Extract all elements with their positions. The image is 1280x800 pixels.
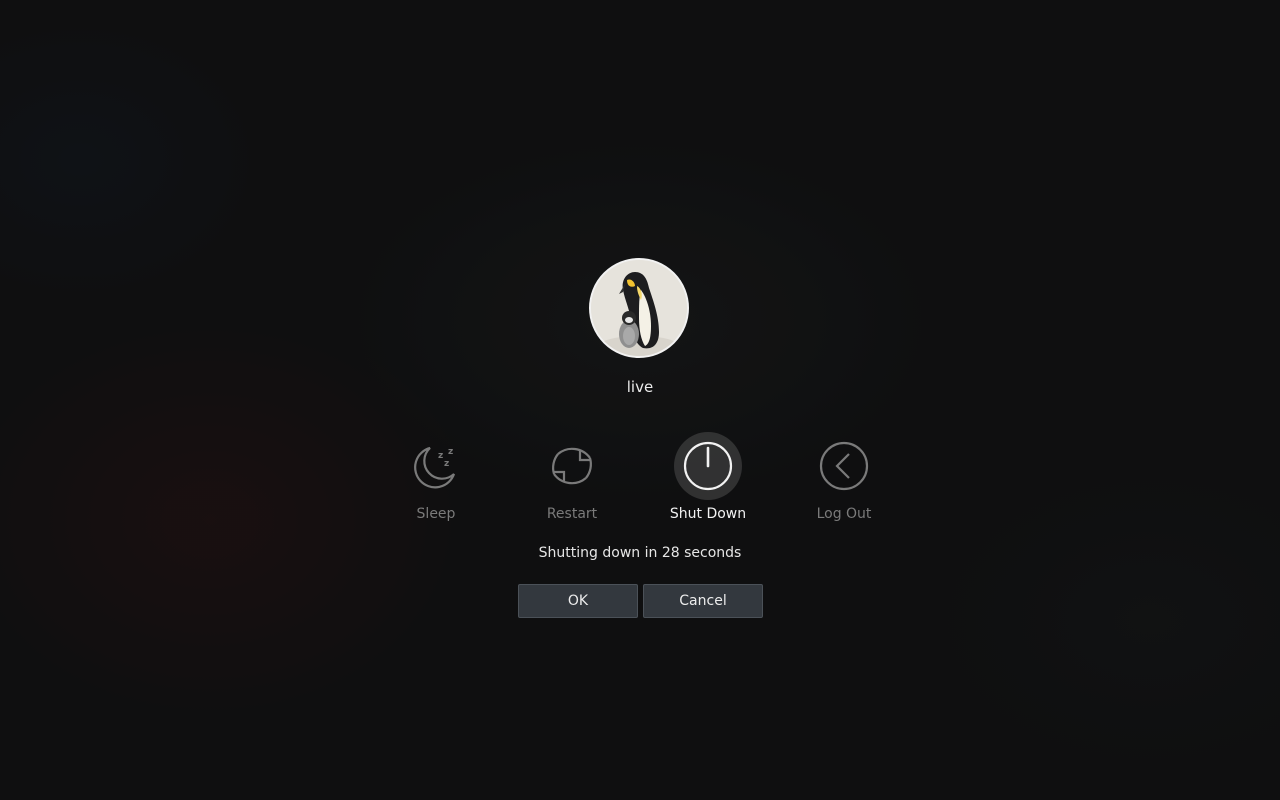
- restart-button[interactable]: Restart: [517, 432, 627, 522]
- ok-button[interactable]: OK: [518, 584, 638, 618]
- power-icon: [683, 441, 733, 491]
- log-out-button[interactable]: Log Out: [789, 432, 899, 522]
- log-out-icon-wrap: [810, 432, 878, 500]
- log-out-chevron-icon: [819, 441, 869, 491]
- restart-icon: [552, 447, 592, 485]
- user-avatar: [589, 258, 689, 358]
- penguin-avatar-icon: [591, 260, 687, 356]
- sleep-moon-icon: z z z: [414, 446, 456, 489]
- svg-text:z: z: [444, 459, 449, 469]
- background-overlay: [0, 0, 1280, 800]
- shutdown-countdown-text: Shutting down in 28 seconds: [538, 545, 742, 561]
- log-out-label: Log Out: [816, 506, 872, 522]
- sleep-button[interactable]: z z z Sleep: [381, 432, 491, 522]
- shut-down-button[interactable]: Shut Down: [653, 432, 763, 522]
- svg-text:z: z: [448, 447, 453, 457]
- restart-icon-wrap: [538, 432, 606, 500]
- restart-label: Restart: [546, 506, 598, 522]
- sleep-icon-wrap: z z z: [402, 432, 470, 500]
- cancel-button[interactable]: Cancel: [643, 584, 763, 618]
- shut-down-label: Shut Down: [669, 506, 747, 522]
- username: live: [626, 378, 654, 396]
- sleep-label: Sleep: [416, 506, 456, 522]
- svg-text:z: z: [438, 451, 443, 461]
- shut-down-icon-wrap: [674, 432, 742, 500]
